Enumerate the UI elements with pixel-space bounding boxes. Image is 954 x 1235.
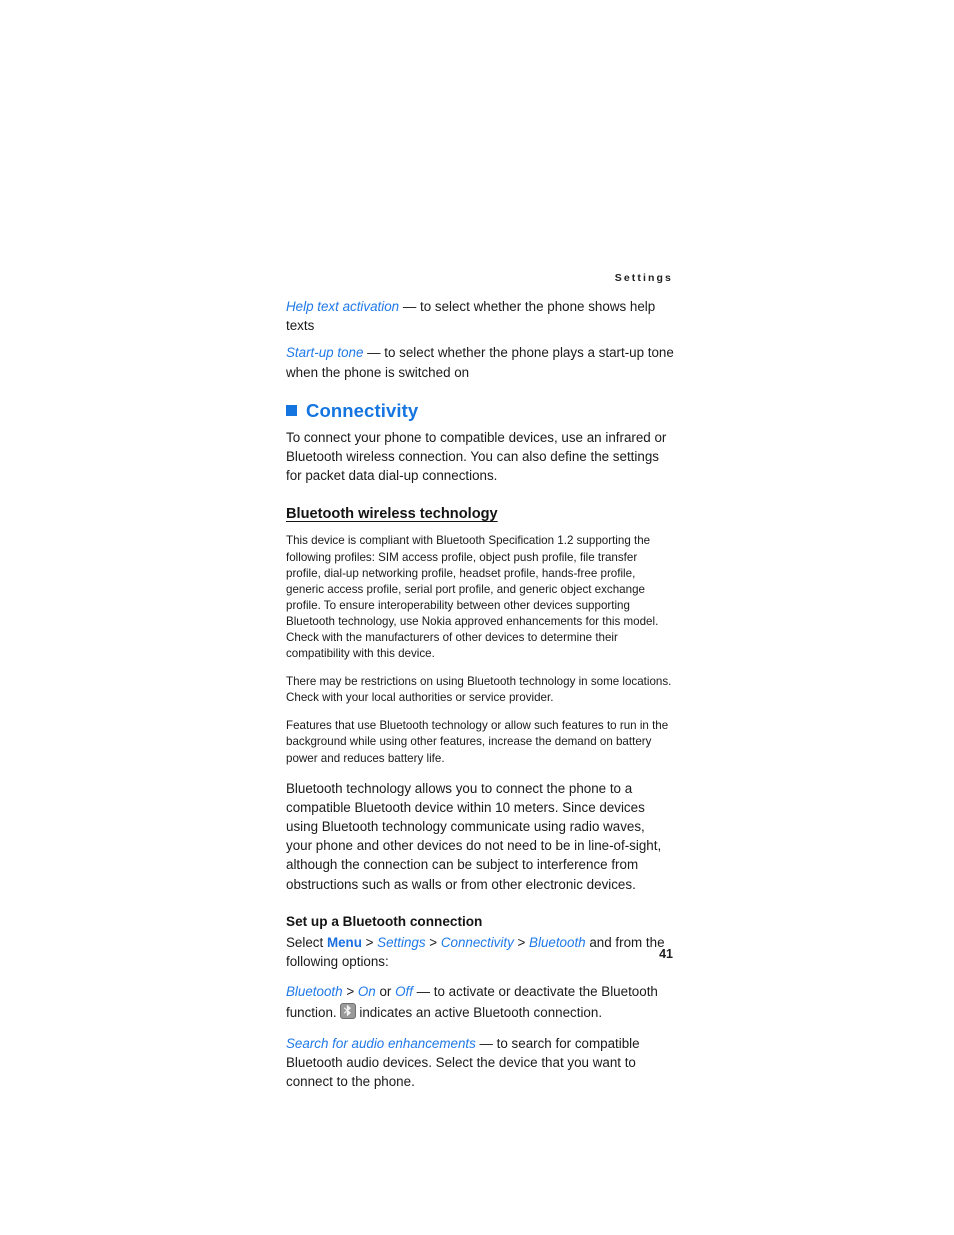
- option-conjunction: or: [375, 984, 396, 1000]
- connectivity-intro-paragraph: To connect your phone to compatible devi…: [286, 429, 667, 484]
- option-term: Search for audio enhancements: [286, 1035, 476, 1051]
- option-value-off: Off: [395, 984, 413, 1000]
- bluetooth-paragraph-battery: Features that use Bluetooth technology o…: [286, 719, 669, 765]
- subheading-bluetooth-wireless-technology: Bluetooth wireless technology: [286, 506, 498, 523]
- option-term: Start-up tone: [286, 345, 364, 361]
- bluetooth-paragraph-restrictions: There may be restrictions on using Bluet…: [286, 675, 672, 705]
- section-heading-connectivity: Connectivity: [286, 399, 674, 421]
- option-help-text-activation: Help text activation — to select whether…: [286, 297, 674, 335]
- option-term: Help text activation: [286, 299, 400, 314]
- running-head: Settings: [614, 272, 673, 284]
- option-startup-tone: Start-up tone — to select whether the ph…: [286, 343, 674, 381]
- subheading-set-up-bluetooth-connection: Set up a Bluetooth connection: [286, 913, 483, 929]
- bluetooth-paragraph-profiles: This device is compliant with Bluetooth …: [286, 534, 659, 661]
- option-bluetooth-on-off: Bluetooth > On or Off — to activate or d…: [286, 982, 674, 1022]
- page-content: Help text activation — to select whether…: [286, 297, 674, 1102]
- bluetooth-icon: [340, 1003, 357, 1020]
- document-page: Settings Help text activation — to selec…: [0, 0, 954, 1235]
- section-heading-label: Connectivity: [306, 399, 419, 421]
- page-number: 41: [659, 947, 673, 961]
- option-value-on: On: [357, 984, 376, 1000]
- bluetooth-paragraph-range: Bluetooth technology allows you to conne…: [286, 780, 662, 892]
- option-term: Bluetooth: [286, 984, 343, 1000]
- option-separator: >: [342, 984, 358, 1000]
- option-dash: —: [363, 345, 385, 361]
- bluetooth-icon-description: indicates an active Bluetooth connection…: [359, 1005, 603, 1021]
- option-dash: —: [399, 299, 420, 314]
- blue-square-bullet-icon: [286, 404, 297, 416]
- option-dash: —: [412, 984, 434, 1000]
- option-dash: —: [475, 1035, 497, 1051]
- option-search-audio-enhancements: Search for audio enhancements — to searc…: [286, 1034, 674, 1092]
